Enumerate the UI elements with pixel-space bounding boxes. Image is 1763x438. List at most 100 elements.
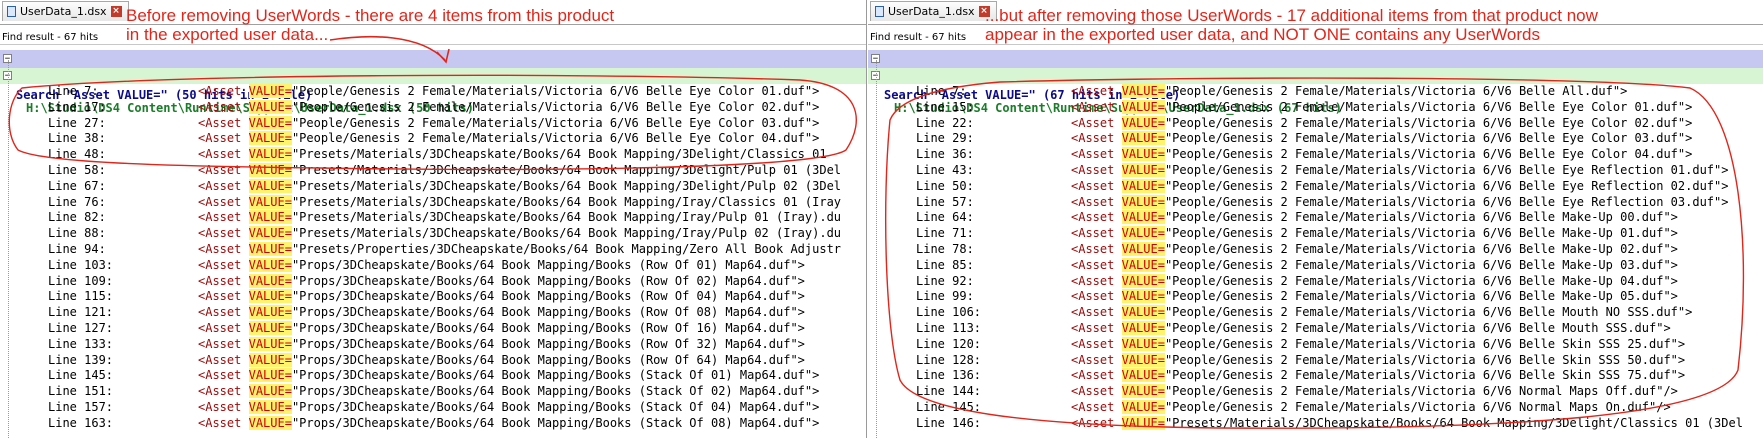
value-attribute: VALUE= <box>1121 226 1165 241</box>
result-line[interactable]: Line 71: <Asset VALUE="People/Genesis 2 F… <box>868 226 1763 242</box>
result-line[interactable]: Line 57: <Asset VALUE="People/Genesis 2 F… <box>868 194 1763 211</box>
value-attribute: VALUE= <box>1121 162 1165 177</box>
result-line[interactable]: Line 113: <Asset VALUE="People/Genesis 2 … <box>868 320 1763 337</box>
asset-path: "Presets/Properties/3DCheapskate/Books/6… <box>291 241 842 256</box>
line-number: Line 113: <box>916 320 982 335</box>
line-number: Line 115: <box>48 289 114 304</box>
asset-tag: <Asset <box>1071 289 1115 304</box>
tab-userdata[interactable]: UserData_1.dsx × <box>870 1 997 21</box>
line-number: Line 71: <box>916 226 974 241</box>
result-line[interactable]: Line 7: <Asset VALUE="People/Genesis 2 Fe… <box>868 84 1763 100</box>
asset-path: "Props/3DCheapskate/Books/64 Book Mappin… <box>291 320 805 335</box>
result-line[interactable]: Line 58: <Asset VALUE="Presets/Materials/… <box>0 162 866 179</box>
result-line[interactable]: Line 92: <Asset VALUE="People/Genesis 2 F… <box>868 273 1763 290</box>
annotation-left-line2: in the exported user data... <box>126 25 329 44</box>
asset-path: "Presets/Materials/3DCheapskate/Books/64… <box>291 210 842 225</box>
result-line[interactable]: Line 50: <Asset VALUE="People/Genesis 2 F… <box>868 178 1763 195</box>
file-header-row[interactable]: − H:\Studio\DS4 Content\Runtime\Support\… <box>868 68 1763 115</box>
result-line[interactable]: Line 106: <Asset VALUE="People/Genesis 2 … <box>868 305 1763 321</box>
result-line[interactable]: Line 38: <Asset VALUE="People/Genesis 2 F… <box>0 131 866 147</box>
asset-tag: <Asset <box>198 226 242 241</box>
result-line[interactable]: Line 136: <Asset VALUE="People/Genesis 2 … <box>868 368 1763 384</box>
result-line[interactable]: Line 120: <Asset VALUE="People/Genesis 2 … <box>868 336 1763 353</box>
result-line[interactable]: Line 139: <Asset VALUE="Props/3DCheapskat… <box>0 352 866 369</box>
result-line[interactable]: Line 29: <Asset VALUE="People/Genesis 2 F… <box>868 131 1763 147</box>
result-line[interactable]: Line 146: <Asset VALUE="Presets/Materials… <box>868 415 1763 432</box>
result-line[interactable]: Line 17: <Asset VALUE="People/Genesis 2 F… <box>0 99 866 116</box>
result-line[interactable]: Line 128: <Asset VALUE="People/Genesis 2 … <box>868 352 1763 369</box>
asset-path: "People/Genesis 2 Female/Materials/Victo… <box>291 99 820 114</box>
value-attribute: VALUE= <box>1121 99 1165 114</box>
result-line[interactable]: Line 43: <Asset VALUE="People/Genesis 2 F… <box>868 162 1763 179</box>
asset-path: "People/Genesis 2 Female/Materials/Victo… <box>1164 178 1729 193</box>
file-header-row[interactable]: − H:\Studio\DS4 Content\Runtime\Support\… <box>0 68 866 115</box>
result-line[interactable]: Line 99: <Asset VALUE="People/Genesis 2 F… <box>868 289 1763 305</box>
search-header-row[interactable]: − Search "Asset VALUE=" (50 hits in 1 fi… <box>0 50 866 102</box>
line-number: Line 127: <box>48 320 114 335</box>
result-line[interactable]: Line 127: <Asset VALUE="Props/3DCheapskat… <box>0 320 866 337</box>
close-tab-icon[interactable]: × <box>110 6 122 17</box>
line-number: Line 29: <box>916 131 974 146</box>
value-attribute: VALUE= <box>1121 241 1165 256</box>
asset-tag: <Asset <box>1071 162 1115 177</box>
result-line[interactable]: Line 144: <Asset VALUE="People/Genesis 2 … <box>868 384 1763 400</box>
result-line[interactable]: Line 78: <Asset VALUE="People/Genesis 2 F… <box>868 241 1763 258</box>
result-line[interactable]: Line 27: <Asset VALUE="People/Genesis 2 F… <box>0 115 866 132</box>
value-attribute: VALUE= <box>248 384 292 399</box>
result-line[interactable]: Line 145: <Asset VALUE="People/Genesis 2 … <box>868 399 1763 416</box>
result-line[interactable]: Line 133: <Asset VALUE="Props/3DCheapskat… <box>0 336 866 353</box>
search-header-row[interactable]: − Search "Asset VALUE=" (67 hits in 1 fi… <box>868 50 1763 102</box>
result-line[interactable]: Line 36: <Asset VALUE="People/Genesis 2 F… <box>868 147 1763 163</box>
line-number: Line 139: <box>48 352 114 367</box>
line-number: Line 136: <box>916 368 982 383</box>
value-attribute: VALUE= <box>248 131 292 146</box>
asset-tag: <Asset <box>1071 257 1115 272</box>
asset-path: "Props/3DCheapskate/Books/64 Book Mappin… <box>291 415 820 430</box>
asset-path: "Props/3DCheapskate/Books/64 Book Mappin… <box>291 336 805 351</box>
line-number: Line 121: <box>48 305 114 320</box>
result-line[interactable]: Line 7: <Asset VALUE="People/Genesis 2 Fe… <box>0 84 866 100</box>
asset-tag: <Asset <box>1071 99 1115 114</box>
result-line[interactable]: Line 121: <Asset VALUE="Props/3DCheapskat… <box>0 305 866 321</box>
value-attribute: VALUE= <box>248 147 292 162</box>
asset-path: "People/Genesis 2 Female/Materials/Victo… <box>1164 257 1678 272</box>
result-line[interactable]: Line 15: <Asset VALUE="People/Genesis 2 F… <box>868 99 1763 116</box>
result-line[interactable]: Line 67: <Asset VALUE="Presets/Materials/… <box>0 178 866 195</box>
result-line[interactable]: Line 22: <Asset VALUE="People/Genesis 2 F… <box>868 115 1763 132</box>
result-line[interactable]: Line 94: <Asset VALUE="Presets/Properties… <box>0 241 866 258</box>
result-line[interactable]: Line 48: <Asset VALUE="Presets/Materials/… <box>0 147 866 163</box>
asset-path: "People/Genesis 2 Female/Materials/Victo… <box>1164 99 1693 114</box>
line-number: Line 50: <box>916 178 974 193</box>
asset-tag: <Asset <box>1071 131 1115 146</box>
value-attribute: VALUE= <box>1121 147 1165 162</box>
result-line[interactable]: Line 145: <Asset VALUE="Props/3DCheapskat… <box>0 368 866 384</box>
line-number: Line 67: <box>48 178 106 193</box>
result-line[interactable]: Line 85: <Asset VALUE="People/Genesis 2 F… <box>868 257 1763 274</box>
line-number: Line 7: <box>916 84 967 98</box>
line-number: Line 145: <box>48 368 114 383</box>
tab-userdata[interactable]: UserData_1.dsx × <box>2 1 129 21</box>
line-number: Line 82: <box>48 210 106 225</box>
value-attribute: VALUE= <box>248 305 292 320</box>
result-line[interactable]: Line 103: <Asset VALUE="Props/3DCheapskat… <box>0 257 866 274</box>
result-line[interactable]: Line 115: <Asset VALUE="Props/3DCheapskat… <box>0 289 866 305</box>
asset-path: "People/Genesis 2 Female/Materials/Victo… <box>1164 131 1693 146</box>
asset-tag: <Asset <box>198 84 242 98</box>
asset-path: "People/Genesis 2 Female/Materials/Victo… <box>1164 320 1671 335</box>
result-line[interactable]: Line 157: <Asset VALUE="Props/3DCheapskat… <box>0 399 866 416</box>
result-line[interactable]: Line 76: <Asset VALUE="Presets/Materials/… <box>0 194 866 211</box>
result-line[interactable]: Line 64: <Asset VALUE="People/Genesis 2 F… <box>868 210 1763 226</box>
asset-tag: <Asset <box>198 178 242 193</box>
value-attribute: VALUE= <box>1121 336 1165 351</box>
asset-path: "People/Genesis 2 Female/Materials/Victo… <box>291 131 820 146</box>
document-icon <box>875 6 884 17</box>
asset-path: "Props/3DCheapskate/Books/64 Book Mappin… <box>291 368 820 383</box>
result-line[interactable]: Line 163: <Asset VALUE="Props/3DCheapskat… <box>0 415 866 432</box>
result-line[interactable]: Line 109: <Asset VALUE="Props/3DCheapskat… <box>0 273 866 290</box>
result-line[interactable]: Line 82: <Asset VALUE="Presets/Materials/… <box>0 210 866 226</box>
result-line[interactable]: Line 151: <Asset VALUE="Props/3DCheapskat… <box>0 384 866 400</box>
result-line[interactable]: Line 88: <Asset VALUE="Presets/Materials/… <box>0 226 866 242</box>
line-number: Line 109: <box>48 273 114 288</box>
divider <box>868 44 1763 45</box>
asset-path: "People/Genesis 2 Female/Materials/Victo… <box>1164 305 1693 320</box>
